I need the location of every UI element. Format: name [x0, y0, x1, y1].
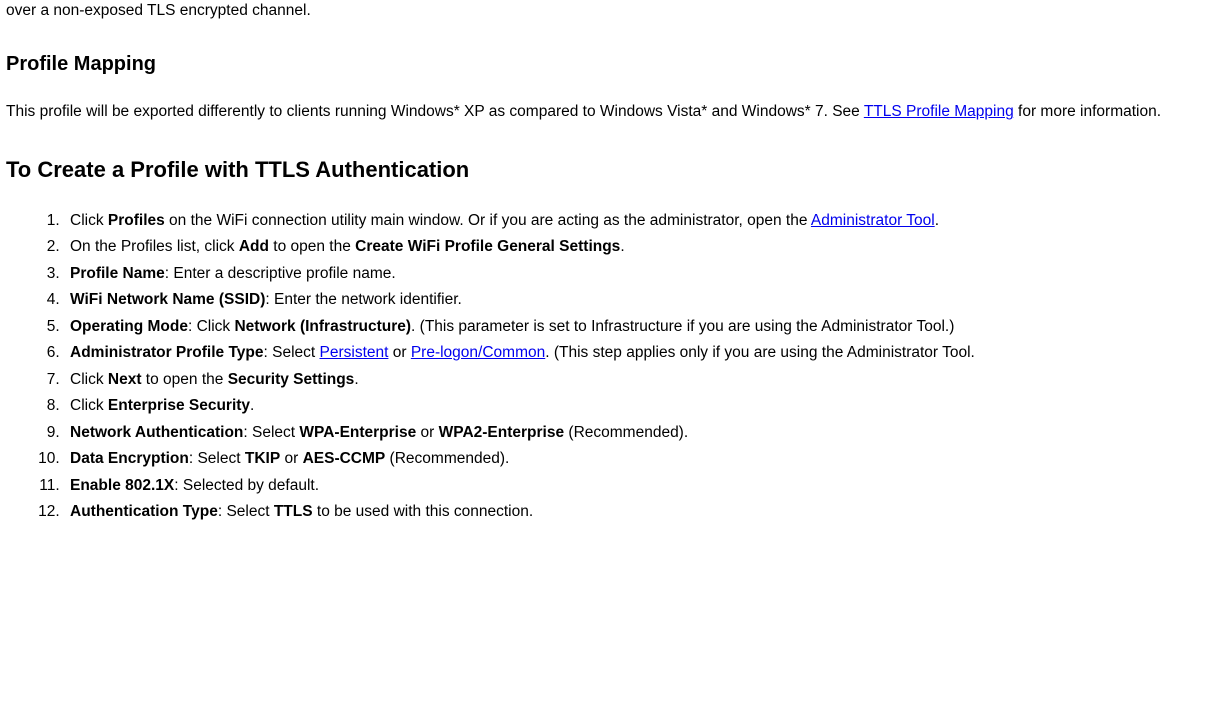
step-text: or	[388, 344, 410, 361]
step-text: on the WiFi connection utility main wind…	[165, 212, 811, 229]
step-bold: WPA2-Enterprise	[439, 424, 564, 441]
pm-text-pre: This profile will be exported differentl…	[6, 103, 864, 120]
list-item: Operating Mode: Click Network (Infrastru…	[64, 316, 1216, 338]
profile-mapping-heading: Profile Mapping	[6, 50, 1216, 79]
step-text: : Select	[243, 424, 299, 441]
list-item: Click Profiles on the WiFi connection ut…	[64, 210, 1216, 232]
step-text: Click	[70, 212, 108, 229]
step-bold: Add	[239, 238, 269, 255]
steps-list: Click Profiles on the WiFi connection ut…	[6, 210, 1216, 524]
step-text: to open the	[142, 371, 228, 388]
administrator-tool-link[interactable]: Administrator Tool	[811, 212, 935, 229]
step-bold: Next	[108, 371, 142, 388]
step-bold: WPA-Enterprise	[299, 424, 416, 441]
step-text: Click	[70, 371, 108, 388]
step-text: : Enter the network identifier.	[265, 291, 461, 308]
step-text: On the Profiles list, click	[70, 238, 239, 255]
persistent-link[interactable]: Persistent	[320, 344, 389, 361]
step-text: . (This step applies only if you are usi…	[545, 344, 975, 361]
step-bold: AES-CCMP	[303, 450, 386, 467]
list-item: Data Encryption: Select TKIP or AES-CCMP…	[64, 448, 1216, 470]
step-bold: Network Authentication	[70, 424, 243, 441]
step-bold: Security Settings	[228, 371, 355, 388]
step-text: : Click	[188, 318, 235, 335]
list-item: Network Authentication: Select WPA-Enter…	[64, 422, 1216, 444]
step-bold: Enable 802.1X	[70, 477, 174, 494]
list-item: On the Profiles list, click Add to open …	[64, 236, 1216, 258]
step-text: : Select	[218, 503, 274, 520]
step-text: : Select	[264, 344, 320, 361]
step-text: to be used with this connection.	[313, 503, 534, 520]
step-text: (Recommended).	[385, 450, 509, 467]
list-item: Profile Name: Enter a descriptive profil…	[64, 263, 1216, 285]
step-bold: Authentication Type	[70, 503, 218, 520]
step-text: : Selected by default.	[174, 477, 319, 494]
step-text: .	[935, 212, 939, 229]
step-bold: Create WiFi Profile General Settings	[355, 238, 620, 255]
step-bold: Network (Infrastructure)	[234, 318, 411, 335]
step-text: : Select	[189, 450, 245, 467]
step-text: .	[620, 238, 624, 255]
step-bold: Profiles	[108, 212, 165, 229]
step-bold: Administrator Profile Type	[70, 344, 264, 361]
prelogon-common-link[interactable]: Pre-logon/Common	[411, 344, 545, 361]
step-text: .	[250, 397, 254, 414]
list-item: Authentication Type: Select TTLS to be u…	[64, 501, 1216, 523]
step-text: Click	[70, 397, 108, 414]
step-bold: WiFi Network Name (SSID)	[70, 291, 265, 308]
step-text: or	[416, 424, 438, 441]
step-text: (Recommended).	[564, 424, 688, 441]
step-text: to open the	[269, 238, 355, 255]
step-text: or	[280, 450, 302, 467]
ttls-profile-mapping-link[interactable]: TTLS Profile Mapping	[864, 103, 1014, 120]
list-item: WiFi Network Name (SSID): Enter the netw…	[64, 289, 1216, 311]
list-item: Administrator Profile Type: Select Persi…	[64, 342, 1216, 364]
step-bold: TTLS	[274, 503, 313, 520]
list-item: Click Enterprise Security.	[64, 395, 1216, 417]
profile-mapping-para: This profile will be exported differentl…	[6, 101, 1216, 123]
step-text: .	[354, 371, 358, 388]
step-text: . (This parameter is set to Infrastructu…	[411, 318, 954, 335]
step-bold: TKIP	[245, 450, 280, 467]
list-item: Enable 802.1X: Selected by default.	[64, 475, 1216, 497]
pm-text-post: for more information.	[1014, 103, 1161, 120]
step-bold: Profile Name	[70, 265, 165, 282]
step-text: : Enter a descriptive profile name.	[165, 265, 396, 282]
list-item: Click Next to open the Security Settings…	[64, 369, 1216, 391]
step-bold: Data Encryption	[70, 450, 189, 467]
step-bold: Enterprise Security	[108, 397, 250, 414]
step-bold: Operating Mode	[70, 318, 188, 335]
create-profile-heading: To Create a Profile with TTLS Authentica…	[6, 154, 1216, 186]
intro-text: over a non-exposed TLS encrypted channel…	[6, 0, 1216, 22]
